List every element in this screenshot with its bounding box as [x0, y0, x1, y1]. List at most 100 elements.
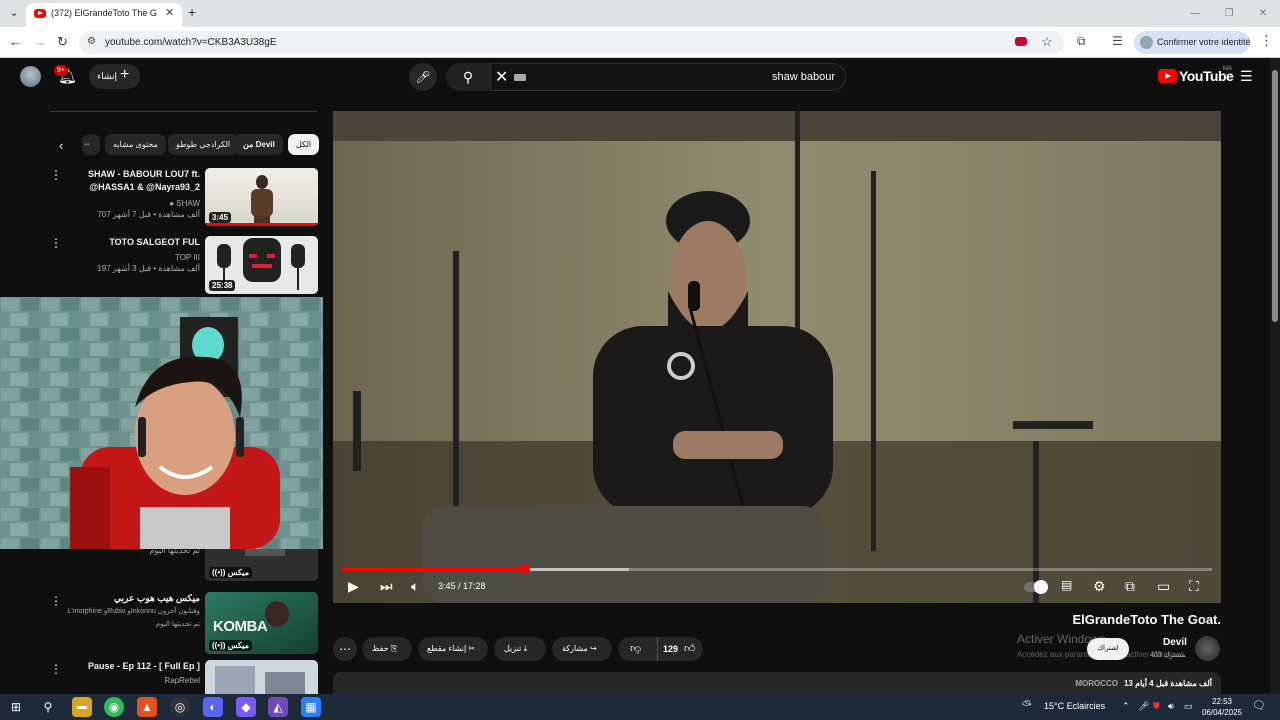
- network-tray-icon[interactable]: ▭: [1184, 701, 1193, 712]
- windows-taskbar: ⊞ ⚲ ▬ ◉ ▲ ◎ ◐ ◆ ◭ ▦ ⛅︎ 15°C Eclaircies ⌃…: [0, 694, 1280, 720]
- search-query: shaw babour: [772, 71, 835, 83]
- video-title[interactable]: Pause - Ep 112 - [ Full Ep ]: [60, 660, 200, 673]
- video-thumbnail[interactable]: [205, 660, 318, 694]
- clear-search-icon[interactable]: ✕: [495, 67, 508, 87]
- youtube-logo-icon[interactable]: [1158, 69, 1177, 83]
- windows-start-icon[interactable]: ⊞: [6, 697, 26, 717]
- guide-menu-icon[interactable]: ☰: [1240, 68, 1253, 85]
- mix-badge-label: ميكس: [227, 641, 250, 650]
- autoplay-toggle[interactable]: [1024, 580, 1048, 594]
- reload-icon[interactable]: ↻: [57, 34, 68, 50]
- clip-button[interactable]: إنشاء مقطع ✂: [418, 637, 488, 661]
- youtube-header: 🔔︎ 9+ إنشاء + 🎤︎ ⚲ ✕ shaw babour YouTube…: [0, 58, 1270, 98]
- create-button[interactable]: إنشاء +: [89, 64, 140, 89]
- app-icon[interactable]: ▦: [301, 697, 321, 717]
- search-icon[interactable]: ⚲: [446, 63, 490, 91]
- seek-bar[interactable]: [342, 564, 1212, 574]
- tray-chevron-icon[interactable]: ⌃: [1122, 701, 1130, 712]
- channel-name[interactable]: RapRebel: [164, 676, 200, 685]
- voice-search-icon[interactable]: 🎤︎: [409, 63, 437, 91]
- more-actions-icon[interactable]: ⋯: [333, 637, 357, 661]
- download-button[interactable]: تنزيل ⤓: [494, 637, 546, 661]
- subscribe-button[interactable]: اشتراك: [1087, 638, 1129, 660]
- tab-search-icon[interactable]: ⌄: [6, 5, 22, 21]
- video-thumbnail[interactable]: 3:45: [205, 168, 318, 226]
- description-box[interactable]: MOROCCO 13 ألف مشاهدة قبل 4 أيام: [333, 672, 1221, 696]
- theater-mode-icon[interactable]: ▭: [1157, 578, 1170, 595]
- back-icon[interactable]: ←: [9, 34, 22, 49]
- restore-icon[interactable]: ❐: [1212, 0, 1246, 27]
- share-button[interactable]: مشاركة ↪: [552, 637, 612, 661]
- miniplayer-icon[interactable]: ⧉: [1125, 578, 1135, 595]
- account-avatar[interactable]: [20, 66, 41, 87]
- like-icon[interactable]: 👍︎: [684, 637, 696, 661]
- tab-close-icon[interactable]: ✕: [165, 6, 174, 19]
- tab-strip: ⌄ (372) ElGrandeToto The Goat. - ✕ + — ❐…: [0, 0, 1280, 27]
- channel-name[interactable]: Devil: [1163, 637, 1187, 648]
- video-title[interactable]: SHAW - BABOUR LOU7 ft. @HASSA1 & @Nayra9…: [60, 168, 200, 194]
- play-icon[interactable]: ▶: [348, 578, 359, 595]
- chip-similar[interactable]: محتوى مشابه: [105, 134, 166, 155]
- bookmark-star-icon[interactable]: ☆: [1041, 34, 1053, 50]
- minimize-icon[interactable]: —: [1178, 0, 1212, 27]
- webcam-feed: [0, 297, 323, 549]
- browser-tab[interactable]: (372) ElGrandeToto The Goat. - ✕: [26, 3, 182, 27]
- save-button[interactable]: حفظ ⎘: [362, 637, 412, 661]
- list-item[interactable]: ⋮ Pause - Ep 112 - [ Full Ep ] RapRebel: [50, 660, 318, 694]
- system-clock[interactable]: 22:53 06/04/2025: [1200, 696, 1244, 718]
- chip-partial[interactable]: ••: [82, 134, 100, 155]
- chip-from-devil[interactable]: من Devil: [235, 134, 283, 155]
- window-close-icon[interactable]: ✕: [1246, 0, 1280, 27]
- video-player[interactable]: [333, 111, 1221, 603]
- next-icon[interactable]: ⏭: [380, 578, 393, 595]
- list-item[interactable]: ⋮ SHAW - BABOUR LOU7 ft. @HASSA1 & @Nayr…: [50, 168, 318, 230]
- chip-toto[interactable]: الكرادجي طوطو: [168, 134, 239, 155]
- browser-menu-icon[interactable]: ⋮: [1260, 33, 1273, 49]
- list-item[interactable]: ⋮ TOTO SALGEOT FUL TOP III 197 ألف مشاهد…: [50, 236, 318, 298]
- scrubber-handle[interactable]: [519, 564, 530, 574]
- dislike-icon[interactable]: 👎︎: [630, 637, 641, 661]
- channel-name[interactable]: TOP III: [175, 253, 200, 262]
- channel-avatar[interactable]: [1195, 636, 1220, 661]
- weather-icon[interactable]: ⛅︎: [1022, 698, 1032, 713]
- reading-list-icon[interactable]: ☰: [1112, 34, 1123, 48]
- notifications-badge: 9+: [54, 65, 68, 76]
- scrollbar-thumb[interactable]: [1272, 70, 1278, 322]
- notification-center-icon[interactable]: 🗨︎: [1252, 699, 1266, 712]
- profile-button[interactable]: Confirmer votre identité: [1134, 31, 1251, 54]
- chrome-icon[interactable]: ◉: [104, 697, 124, 717]
- forward-icon[interactable]: →: [33, 34, 46, 49]
- subtitles-icon[interactable]: ▤: [1061, 578, 1072, 592]
- mix-icon: ((•)): [212, 568, 228, 577]
- list-item[interactable]: ⋮ ميكس هيب هوب عربي L'morphine وRubio وI…: [50, 592, 318, 654]
- chip-all[interactable]: الكل: [288, 134, 320, 155]
- video-thumbnail[interactable]: 25:38: [205, 236, 318, 294]
- video-title[interactable]: TOTO SALGEOT FUL: [60, 236, 200, 249]
- app-icon[interactable]: ◆: [236, 697, 256, 717]
- new-tab-icon[interactable]: +: [188, 4, 196, 20]
- fullscreen-icon[interactable]: ⛶: [1189, 578, 1199, 595]
- weather-text[interactable]: 15°C Eclaircies: [1044, 701, 1105, 711]
- channel-name[interactable]: ● SHAW: [169, 199, 200, 208]
- app-icon[interactable]: ◭: [268, 697, 288, 717]
- speaker-tray-icon[interactable]: 🔊︎: [1168, 701, 1174, 712]
- obs-icon[interactable]: ◎: [170, 697, 190, 717]
- search-icon[interactable]: ⚲: [38, 697, 58, 717]
- extensions-icon[interactable]: ⧉: [1077, 34, 1086, 49]
- page-scrollbar[interactable]: [1270, 58, 1280, 694]
- site-info-icon[interactable]: ⚙: [87, 36, 96, 47]
- search-input[interactable]: ✕ shaw babour: [490, 63, 846, 91]
- security-tray-icon[interactable]: ⛊: [1153, 701, 1160, 712]
- brave-icon[interactable]: ▲: [137, 697, 157, 717]
- file-explorer-icon[interactable]: ▬: [72, 697, 92, 717]
- chevron-left-icon[interactable]: ‹: [59, 138, 63, 153]
- discord-icon[interactable]: ◐: [203, 697, 223, 717]
- address-bar[interactable]: ⚙ youtube.com/watch?v=CKB3A3U38gE ☆: [79, 31, 1064, 54]
- video-title[interactable]: ميكس هيب هوب عربي: [60, 592, 200, 605]
- volume-icon[interactable]: 🔈︎: [411, 578, 419, 595]
- settings-gear-icon[interactable]: ⚙: [1093, 578, 1106, 595]
- mic-tray-icon[interactable]: 🎤︎: [1138, 701, 1149, 712]
- youtube-app-icon[interactable]: [1015, 37, 1027, 46]
- mix-thumbnail[interactable]: KOMBA ((•)) ميكس: [205, 592, 318, 654]
- keyboard-icon[interactable]: [514, 74, 526, 81]
